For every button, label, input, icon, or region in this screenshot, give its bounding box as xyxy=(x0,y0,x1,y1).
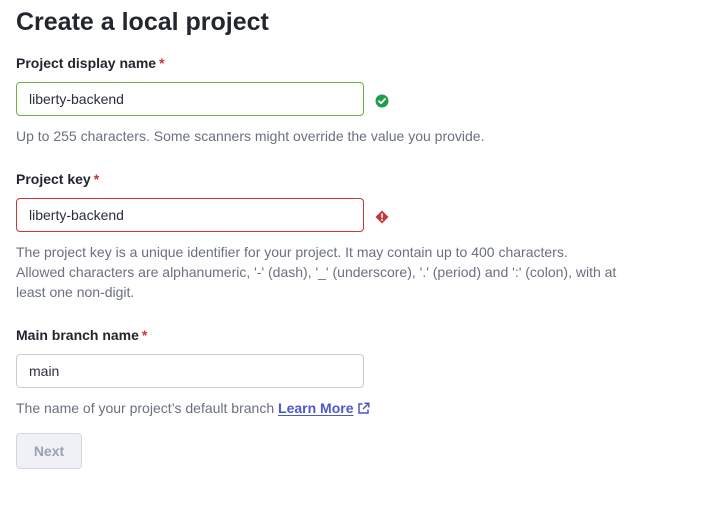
project-key-help: The project key is a unique identifier f… xyxy=(16,242,676,302)
main-branch-help: The name of your project’s default branc… xyxy=(16,398,676,418)
learn-more-link-label: Learn More xyxy=(278,400,354,416)
main-branch-input[interactable] xyxy=(16,354,364,388)
project-key-input[interactable] xyxy=(16,198,364,232)
required-marker: * xyxy=(159,55,165,71)
display-name-label-text: Project display name xyxy=(16,55,157,71)
project-key-label: Project key * xyxy=(16,171,99,187)
project-key-help-line: The project key is a unique identifier f… xyxy=(16,244,568,260)
main-branch-label: Main branch name * xyxy=(16,327,147,343)
required-marker: * xyxy=(141,327,148,343)
page-title: Create a local project xyxy=(16,8,269,36)
display-name-label: Project display name * xyxy=(16,55,165,71)
learn-more-link[interactable]: Learn More xyxy=(278,400,353,416)
main-branch-help-text: The name of your project’s default branc… xyxy=(16,400,275,416)
project-key-help-line: Allowed characters are alphanumeric, '-'… xyxy=(16,264,617,280)
project-key-label-text: Project key xyxy=(16,171,91,187)
next-button[interactable]: Next xyxy=(16,433,82,469)
error-diamond-icon xyxy=(375,210,389,224)
required-marker: * xyxy=(93,171,100,187)
display-name-help: Up to 255 characters. Some scanners migh… xyxy=(16,128,485,144)
project-key-help-line: least one non-digit. xyxy=(16,284,135,300)
external-link-icon[interactable] xyxy=(357,402,371,415)
check-circle-icon xyxy=(375,94,389,108)
main-branch-label-text: Main branch name xyxy=(16,327,139,343)
display-name-input[interactable] xyxy=(16,82,364,116)
